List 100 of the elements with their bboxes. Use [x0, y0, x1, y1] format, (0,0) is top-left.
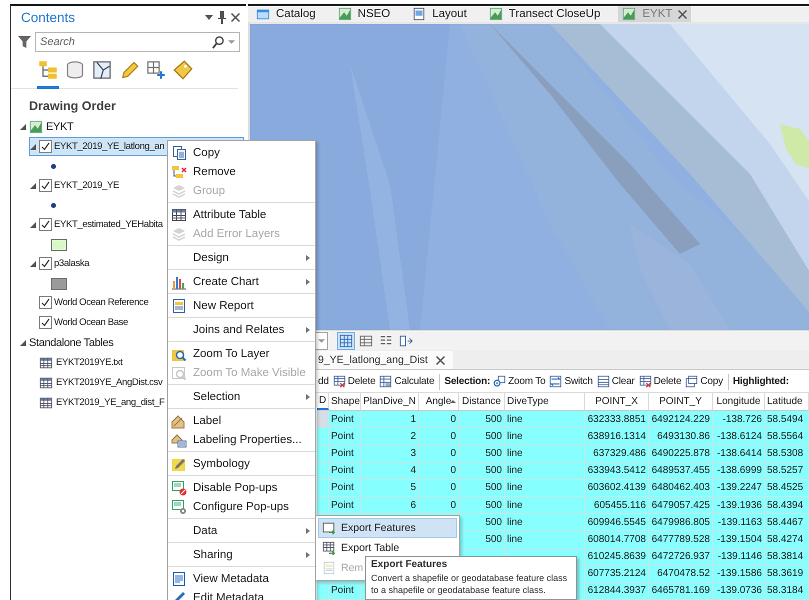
menu-item[interactable]: Joins and Relates: [168, 320, 315, 339]
layer-name: EYKT_2019_YE_latlong_an: [54, 141, 164, 152]
search-icon: [212, 36, 224, 48]
switch-icon: [549, 375, 562, 388]
menu-item[interactable]: Disable Pop-ups: [168, 478, 315, 497]
grid-plus-icon: [146, 60, 166, 80]
section-heading: Drawing Order: [28, 98, 117, 115]
layout-icon: [412, 7, 426, 21]
map-tab[interactable]: NSEO: [334, 6, 394, 22]
scale-combo-box[interactable]: [315, 332, 328, 350]
table-icon: [39, 396, 53, 410]
column-header[interactable]: Angle: [419, 393, 459, 410]
column-header[interactable]: Longitude: [713, 393, 765, 410]
toolbar-button[interactable]: Delete: [332, 375, 376, 388]
column-header[interactable]: PlanDive_N: [361, 393, 419, 410]
caret-icon: [228, 40, 235, 44]
column-header[interactable]: DiveType: [505, 393, 585, 410]
submenu-arrow-icon: [306, 528, 310, 534]
expander-icon[interactable]: [30, 182, 36, 188]
menu-item[interactable]: Create Chart: [168, 272, 315, 291]
column-header[interactable]: POINT_X: [585, 393, 649, 410]
search-field[interactable]: Search: [35, 32, 240, 52]
toolbar-button[interactable]: Calculate: [378, 375, 436, 388]
tree-row[interactable]: EYKT: [19, 117, 244, 136]
layer-name: World Ocean Reference: [54, 297, 148, 308]
menu-item[interactable]: Zoom To Layer: [168, 344, 315, 363]
toolbar-button[interactable]: dd: [317, 376, 330, 387]
map-tab[interactable]: Catalog: [252, 6, 320, 22]
pane-title: Contents: [21, 10, 76, 24]
layer-name: EYKT_2019_YE: [54, 180, 119, 191]
map-icon: [488, 7, 503, 21]
column-header[interactable]: Shape: [329, 393, 361, 410]
metadata-icon: [171, 570, 187, 586]
menu-item[interactable]: Attribute Table: [168, 205, 315, 224]
table-cell: 58.3184: [765, 582, 809, 600]
toolbar-button[interactable]: Delete: [638, 375, 682, 388]
expander-icon[interactable]: [20, 340, 26, 346]
menu-item[interactable]: Design: [168, 248, 315, 267]
pencil-icon: [119, 60, 139, 80]
checkbox[interactable]: [39, 218, 52, 231]
checkbox[interactable]: [39, 257, 52, 270]
menu-item[interactable]: Labeling Properties...: [168, 430, 315, 449]
table-cell: 612844.3937: [585, 582, 649, 600]
menu-item[interactable]: Label: [168, 411, 315, 430]
checkbox[interactable]: [39, 140, 52, 153]
menu-item[interactable]: Sharing: [168, 545, 315, 564]
map-tab[interactable]: Transect CloseUp: [484, 6, 604, 22]
delete-icon: [638, 375, 652, 388]
map-tab[interactable]: Layout: [408, 6, 471, 22]
checkbox[interactable]: [39, 179, 52, 192]
toolbar-label: Selection:: [444, 376, 490, 387]
expander-icon[interactable]: [30, 144, 36, 150]
table-icon: [39, 376, 53, 390]
sort-icon: [450, 400, 456, 403]
submenu-arrow-icon: [306, 278, 310, 284]
menu-item[interactable]: Data: [168, 521, 315, 540]
close-icon: [436, 356, 445, 364]
layer-name: EYKT_estimated_YEHabita: [54, 219, 163, 230]
export-icon: [322, 521, 336, 535]
close-icon: [678, 10, 688, 18]
submenu-arrow-icon: [306, 394, 310, 400]
menu-item[interactable]: New Report: [168, 296, 315, 315]
label-icon: [171, 432, 187, 448]
toolbar-label: Highlighted:: [732, 376, 789, 387]
polygon-icon: [92, 60, 112, 80]
layer-name: p3alaska: [54, 258, 90, 269]
split-view-icon: [399, 334, 413, 348]
checkbox[interactable]: [39, 316, 52, 329]
filter-icon: [18, 36, 31, 48]
drawing-order-icon: [38, 60, 58, 80]
menu-item[interactable]: Selection: [168, 387, 315, 406]
menu-item[interactable]: Symbology: [168, 454, 315, 473]
column-header[interactable]: Distance: [459, 393, 505, 410]
table-tab[interactable]: 9_YE_latlong_ang_Dist: [317, 351, 453, 369]
menu-item[interactable]: Export Table: [318, 538, 404, 558]
remove-icon: [171, 164, 187, 180]
toolbar-button[interactable]: Zoom To: [492, 375, 546, 388]
menu-item[interactable]: Remove: [168, 162, 315, 181]
layer-name: World Ocean Base: [54, 317, 128, 328]
map-icon: [622, 7, 636, 21]
expander-icon[interactable]: [20, 124, 26, 130]
report-icon: [322, 561, 336, 575]
expander-icon[interactable]: [30, 260, 36, 266]
column-header[interactable]: Latitude: [765, 393, 809, 410]
label-icon: [171, 412, 187, 428]
toolbar-button[interactable]: Clear: [596, 375, 636, 388]
menu-item[interactable]: Export Features: [318, 518, 457, 538]
menu-item[interactable]: Configure Pop-ups: [168, 497, 315, 516]
table-cell: 6465781.169: [649, 582, 713, 600]
checkbox[interactable]: [39, 296, 52, 309]
toolbar-button[interactable]: Copy: [684, 375, 724, 388]
toolbar-button[interactable]: Switch: [548, 375, 594, 388]
expander-icon[interactable]: [30, 222, 36, 228]
table-name: EYKT2019YE.txt: [56, 357, 122, 368]
menu-item[interactable]: View Metadata: [168, 569, 315, 588]
caret-icon: [318, 338, 324, 342]
tooltip-text: Convert a shapefile or geodatabase feature class to a shapefile or geodatabase feature class.: [371, 572, 568, 596]
submenu-arrow-icon: [306, 552, 310, 558]
column-header[interactable]: POINT_Y: [649, 393, 713, 410]
layers-icon: [171, 226, 187, 242]
